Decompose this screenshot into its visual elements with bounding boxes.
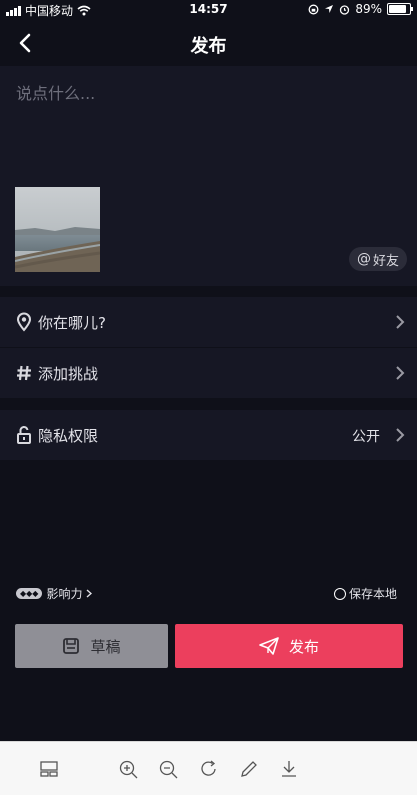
privacy-label: 隐私权限 bbox=[38, 427, 99, 445]
save-local-label: 保存本地 bbox=[348, 587, 397, 601]
draft-button[interactable]: 草稿 bbox=[15, 624, 168, 668]
chevron-right-icon bbox=[396, 428, 405, 442]
location-arrow-icon bbox=[325, 5, 334, 13]
battery-icon bbox=[387, 3, 413, 15]
draft-label: 草稿 bbox=[90, 637, 121, 656]
caption-input[interactable]: 说点什么... bbox=[16, 80, 95, 104]
beach-image bbox=[15, 187, 100, 272]
zoom-out-icon[interactable] bbox=[157, 758, 179, 780]
video-thumbnail[interactable] bbox=[15, 187, 100, 272]
influence-link[interactable]: ◆◆◆ 影响力 bbox=[16, 585, 93, 602]
lock-rotation-icon bbox=[308, 4, 319, 14]
mention-friend-button[interactable]: @ 好友 bbox=[348, 247, 407, 271]
mention-friend-label: 好友 bbox=[372, 253, 399, 269]
hashtag-icon bbox=[17, 365, 31, 381]
location-row[interactable]: 你在哪儿? bbox=[0, 297, 417, 348]
status-right: 89% bbox=[308, 2, 413, 16]
influence-logo-icon: ◆◆◆ bbox=[16, 588, 43, 599]
publish-button[interactable]: 发布 bbox=[175, 624, 403, 668]
save-local-toggle[interactable]: 保存本地 bbox=[333, 585, 397, 602]
location-pin-icon bbox=[16, 312, 32, 332]
post-options-section: 你在哪儿? 添加挑战 bbox=[0, 297, 417, 398]
location-label: 你在哪儿? bbox=[38, 314, 106, 332]
alarm-icon bbox=[340, 4, 350, 15]
chevron-right-icon bbox=[87, 589, 93, 598]
chevron-right-icon bbox=[396, 315, 405, 329]
at-icon: @ bbox=[356, 251, 371, 267]
layout-icon[interactable] bbox=[38, 758, 60, 780]
chevron-right-icon bbox=[396, 366, 405, 380]
send-icon bbox=[259, 637, 279, 655]
challenge-row[interactable]: 添加挑战 bbox=[0, 348, 417, 398]
pencil-icon[interactable] bbox=[238, 758, 260, 780]
radio-icon bbox=[333, 587, 346, 600]
influence-label: 影响力 bbox=[46, 587, 83, 601]
nav-bar: 发布 bbox=[0, 20, 417, 66]
status-bar: 中国移动 14:57 89% bbox=[0, 0, 417, 20]
viewer-toolbar bbox=[0, 741, 417, 795]
publish-label: 发布 bbox=[288, 637, 319, 656]
challenge-label: 添加挑战 bbox=[38, 365, 99, 383]
battery-percent: 89% bbox=[355, 2, 382, 16]
unlock-icon bbox=[17, 426, 31, 444]
privacy-section: 隐私权限 公开 bbox=[0, 410, 417, 460]
draft-icon bbox=[63, 638, 80, 654]
privacy-value: 公开 bbox=[352, 429, 380, 445]
rotate-icon[interactable] bbox=[198, 758, 220, 780]
compose-area: 说点什么... @ 好友 bbox=[0, 66, 417, 286]
privacy-row[interactable]: 隐私权限 公开 bbox=[0, 410, 417, 460]
download-icon[interactable] bbox=[278, 758, 300, 780]
page-title: 发布 bbox=[190, 36, 227, 57]
zoom-in-icon[interactable] bbox=[117, 758, 139, 780]
